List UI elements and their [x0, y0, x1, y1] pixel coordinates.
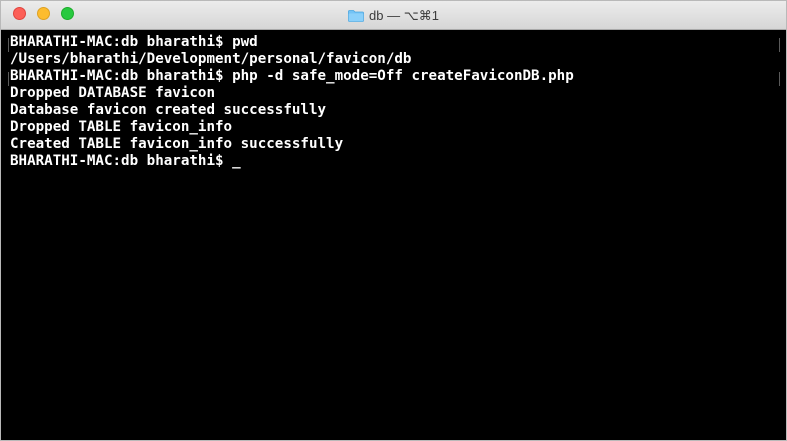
folder-icon [348, 9, 364, 22]
terminal-line: Database favicon created successfully [10, 102, 327, 118]
terminal-prompt-line: BHARATHI-MAC:db bharathi$ _ [10, 153, 241, 169]
terminal-window: db — ⌥⌘1 BHARATHI-MAC:db bharathi$ pwd /… [0, 0, 787, 441]
window-title: db — ⌥⌘1 [369, 7, 439, 23]
line-marker-left [8, 72, 9, 86]
terminal-line: BHARATHI-MAC:db bharathi$ pwd [10, 34, 258, 50]
terminal-line: Dropped TABLE favicon_info [10, 119, 233, 135]
terminal-line: Created TABLE favicon_info successfully [10, 136, 344, 152]
line-marker-left [8, 38, 9, 52]
terminal-output[interactable]: BHARATHI-MAC:db bharathi$ pwd /Users/bha… [10, 34, 780, 440]
terminal-line: /Users/bharathi/Development/personal/fav… [10, 51, 412, 67]
window-title-area: db — ⌥⌘1 [1, 1, 786, 30]
terminal-line: BHARATHI-MAC:db bharathi$ php -d safe_mo… [10, 68, 574, 84]
terminal-line: Dropped DATABASE favicon [10, 85, 215, 101]
title-bar[interactable]: db — ⌥⌘1 [1, 1, 786, 30]
